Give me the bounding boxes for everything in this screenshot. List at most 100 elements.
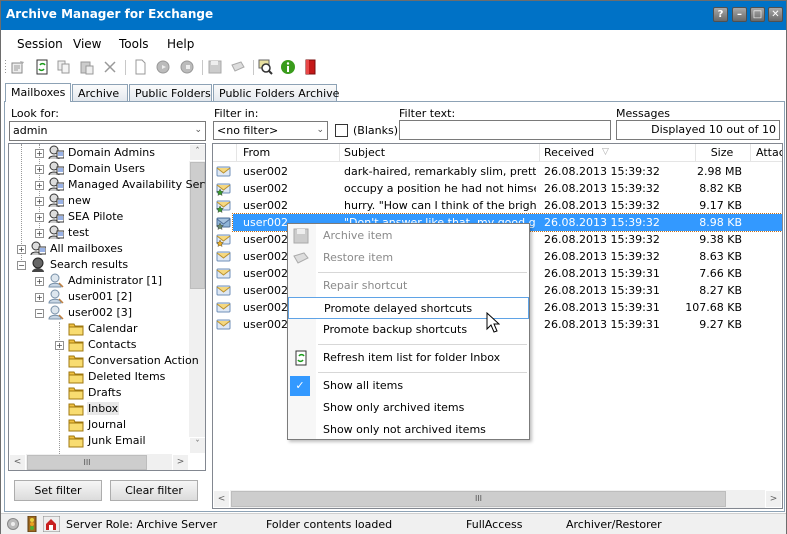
copy-icon[interactable]	[56, 59, 72, 75]
scroll-left-button[interactable]: <	[213, 490, 230, 508]
expand-icon[interactable]: +	[35, 213, 44, 222]
tree-node[interactable]: + Contacts	[9, 337, 189, 353]
tree-node[interactable]: + new	[9, 193, 189, 209]
tree-horizontal-scrollbar[interactable]: < III >	[9, 454, 189, 470]
expand-icon[interactable]: +	[35, 293, 44, 302]
expand-icon[interactable]: +	[17, 245, 26, 254]
save-icon[interactable]	[207, 59, 223, 75]
expand-icon[interactable]: +	[35, 149, 44, 158]
chevron-down-icon[interactable]: ⌄	[316, 125, 324, 135]
collapse-icon[interactable]: −	[35, 309, 44, 318]
scroll-right-button[interactable]: >	[765, 490, 782, 508]
archive-stop-icon[interactable]	[179, 59, 195, 75]
folder-icon	[68, 401, 84, 416]
toolbar-grip[interactable]	[5, 60, 6, 75]
tree-node[interactable]: + test	[9, 225, 189, 241]
new-document-icon[interactable]	[132, 59, 148, 75]
scroll-left-button[interactable]: <	[9, 454, 26, 470]
tree-node[interactable]: Conversation Action	[9, 353, 199, 369]
table-row[interactable]: user002 occupy a position he had not hims…	[213, 180, 782, 197]
menu-item-show-all-items[interactable]: ✓ Show all items	[288, 375, 529, 397]
tree-node[interactable]: − Search results	[9, 257, 189, 273]
menu-help[interactable]: Help	[167, 37, 194, 51]
expand-icon[interactable]: +	[35, 277, 44, 286]
search-icon[interactable]	[258, 59, 274, 75]
delete-icon[interactable]	[102, 59, 118, 75]
archive-run-icon[interactable]	[155, 59, 171, 75]
column-attachments[interactable]: Attac	[756, 146, 782, 159]
menu-item-show-only-archived-items[interactable]: Show only archived items	[288, 397, 529, 419]
info-icon[interactable]	[280, 59, 296, 75]
filter-in-combo[interactable]: <no filter> ⌄	[213, 121, 328, 140]
messages-count: Displayed 10 out of 10	[616, 120, 780, 140]
restore-icon[interactable]	[230, 59, 246, 75]
column-subject[interactable]: Subject	[344, 146, 385, 159]
tree-node[interactable]: + SEA Pilote	[9, 209, 189, 225]
scroll-up-button[interactable]: ˆ	[189, 144, 205, 161]
scroll-right-button[interactable]: >	[172, 454, 189, 470]
look-for-combo[interactable]: admin ⌄	[9, 121, 206, 141]
grid-horizontal-scrollbar[interactable]: < III >	[213, 490, 782, 508]
table-row[interactable]: user002 hurry. "How can I think of the br…	[213, 197, 782, 214]
minimize-button[interactable]: –	[732, 7, 747, 22]
help-button[interactable]: ?	[713, 7, 728, 22]
expand-icon[interactable]: +	[55, 341, 64, 350]
tree-node[interactable]: Deleted Items	[9, 369, 189, 385]
tree-node[interactable]: Inbox	[9, 401, 189, 417]
collapse-icon[interactable]: −	[17, 261, 26, 270]
cell-from: user002	[243, 182, 288, 195]
tab-mailboxes[interactable]: Mailboxes	[5, 83, 71, 102]
tree-node[interactable]: + All mailboxes	[9, 241, 189, 257]
tree-hscroll-thumb[interactable]: III	[27, 455, 147, 470]
tree-node[interactable]: + Domain Admins	[9, 145, 189, 161]
column-size[interactable]: Size	[695, 146, 749, 159]
column-from[interactable]: From	[243, 146, 270, 159]
menu-item-restore-item[interactable]: Restore item	[288, 247, 529, 269]
expand-icon[interactable]: +	[35, 165, 44, 174]
cell-size: 8.98 KB	[699, 216, 742, 229]
expand-icon[interactable]: +	[35, 197, 44, 206]
tab-public-folders-archive[interactable]: Public Folders Archive	[213, 84, 339, 101]
exit-icon[interactable]	[303, 59, 319, 75]
tree-node[interactable]: + Administrator [1]	[9, 273, 189, 289]
paste-icon[interactable]	[79, 59, 95, 75]
menu-item-show-only-not-archived-items[interactable]: Show only not archived items	[288, 419, 529, 441]
menu-tools[interactable]: Tools	[119, 37, 149, 51]
blanks-checkbox[interactable]	[335, 124, 348, 137]
expand-icon[interactable]: +	[35, 181, 44, 190]
maximize-button[interactable]: □	[750, 7, 765, 22]
folder-icon	[68, 433, 84, 448]
chevron-down-icon[interactable]: ⌄	[194, 125, 202, 135]
refresh-icon[interactable]	[34, 59, 50, 75]
toolbar-separator	[125, 60, 126, 75]
menu-view[interactable]: View	[73, 37, 101, 51]
column-received[interactable]: Received	[544, 146, 594, 159]
menu-item-repair-shortcut[interactable]: Repair shortcut	[288, 275, 529, 297]
tab-archive[interactable]: Archive	[72, 84, 128, 101]
menu-item-archive-item[interactable]: Archive item	[288, 225, 529, 247]
tree-node[interactable]: Drafts	[9, 385, 189, 401]
tree-node[interactable]: + Managed Availability Serv	[9, 177, 205, 193]
menu-item-refresh-item-list-for-folder-inbox[interactable]: Refresh item list for folder Inbox	[288, 347, 529, 369]
menu-session[interactable]: Session	[17, 37, 63, 51]
expand-icon[interactable]: +	[35, 229, 44, 238]
status-folder: Folder contents loaded	[266, 518, 393, 531]
tree-node[interactable]: Journal	[9, 417, 189, 433]
tree-node[interactable]: + user001 [2]	[9, 289, 189, 305]
clear-filter-button[interactable]: Clear filter	[110, 480, 198, 501]
scroll-down-button[interactable]: ˇ	[189, 437, 205, 454]
close-button[interactable]: ✕	[768, 7, 783, 22]
grid-hscroll-thumb[interactable]: III	[231, 491, 726, 507]
tab-public-folders[interactable]: Public Folders	[129, 84, 212, 101]
message-mail-icon	[216, 316, 232, 335]
set-filter-button[interactable]: Set filter	[14, 480, 102, 501]
tree-node[interactable]: − user002 [3]	[9, 305, 189, 321]
tree-node[interactable]: Calendar	[9, 321, 189, 337]
table-row[interactable]: user002 dark-haired, remarkably slim, pre…	[213, 163, 782, 180]
properties-icon[interactable]	[10, 59, 26, 75]
server-house-icon	[43, 516, 60, 532]
messages-label: Messages	[616, 107, 670, 120]
filter-text-input[interactable]	[399, 120, 611, 140]
tree-node[interactable]: + Domain Users	[9, 161, 189, 177]
tree-node[interactable]: Junk Email	[9, 433, 189, 449]
